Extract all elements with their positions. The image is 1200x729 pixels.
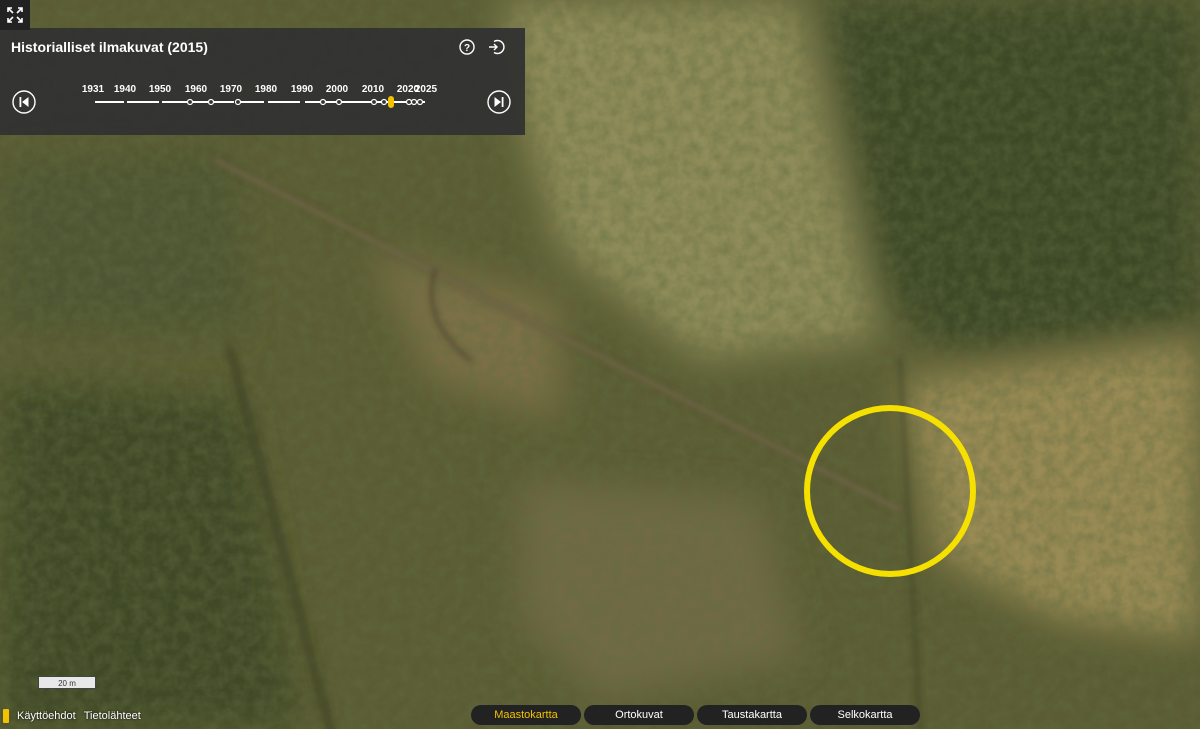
timeline-point [416,98,424,106]
tab-ortokuvat[interactable]: Ortokuvat [584,705,694,725]
tab-maastokartta[interactable]: Maastokartta [471,705,581,725]
timeline-point [405,98,413,106]
fullscreen-button[interactable] [0,0,30,30]
timeline-point [319,98,327,106]
map-layer-tabs: Maastokartta Ortokuvat Taustakartta Selk… [0,705,1200,725]
year-timeline-slider[interactable] [0,28,525,135]
timeline-point [234,98,242,106]
timeline-point [207,98,215,106]
scale-label: 20 m [58,679,76,688]
timeline-point [335,98,343,106]
timeline-selected-handle [388,96,394,108]
scale-bar: 20 m [38,676,96,689]
timeline-point [410,98,418,106]
fullscreen-icon [7,7,23,23]
timeline-point [186,98,194,106]
timeline-point [380,98,388,106]
tab-taustakartta[interactable]: Taustakartta [697,705,807,725]
timeline-point [370,98,378,106]
tab-selkokartta[interactable]: Selkokartta [810,705,920,725]
historical-photos-panel: Historialliset ilmakuvat (2015) ? 1931 1… [0,28,525,135]
